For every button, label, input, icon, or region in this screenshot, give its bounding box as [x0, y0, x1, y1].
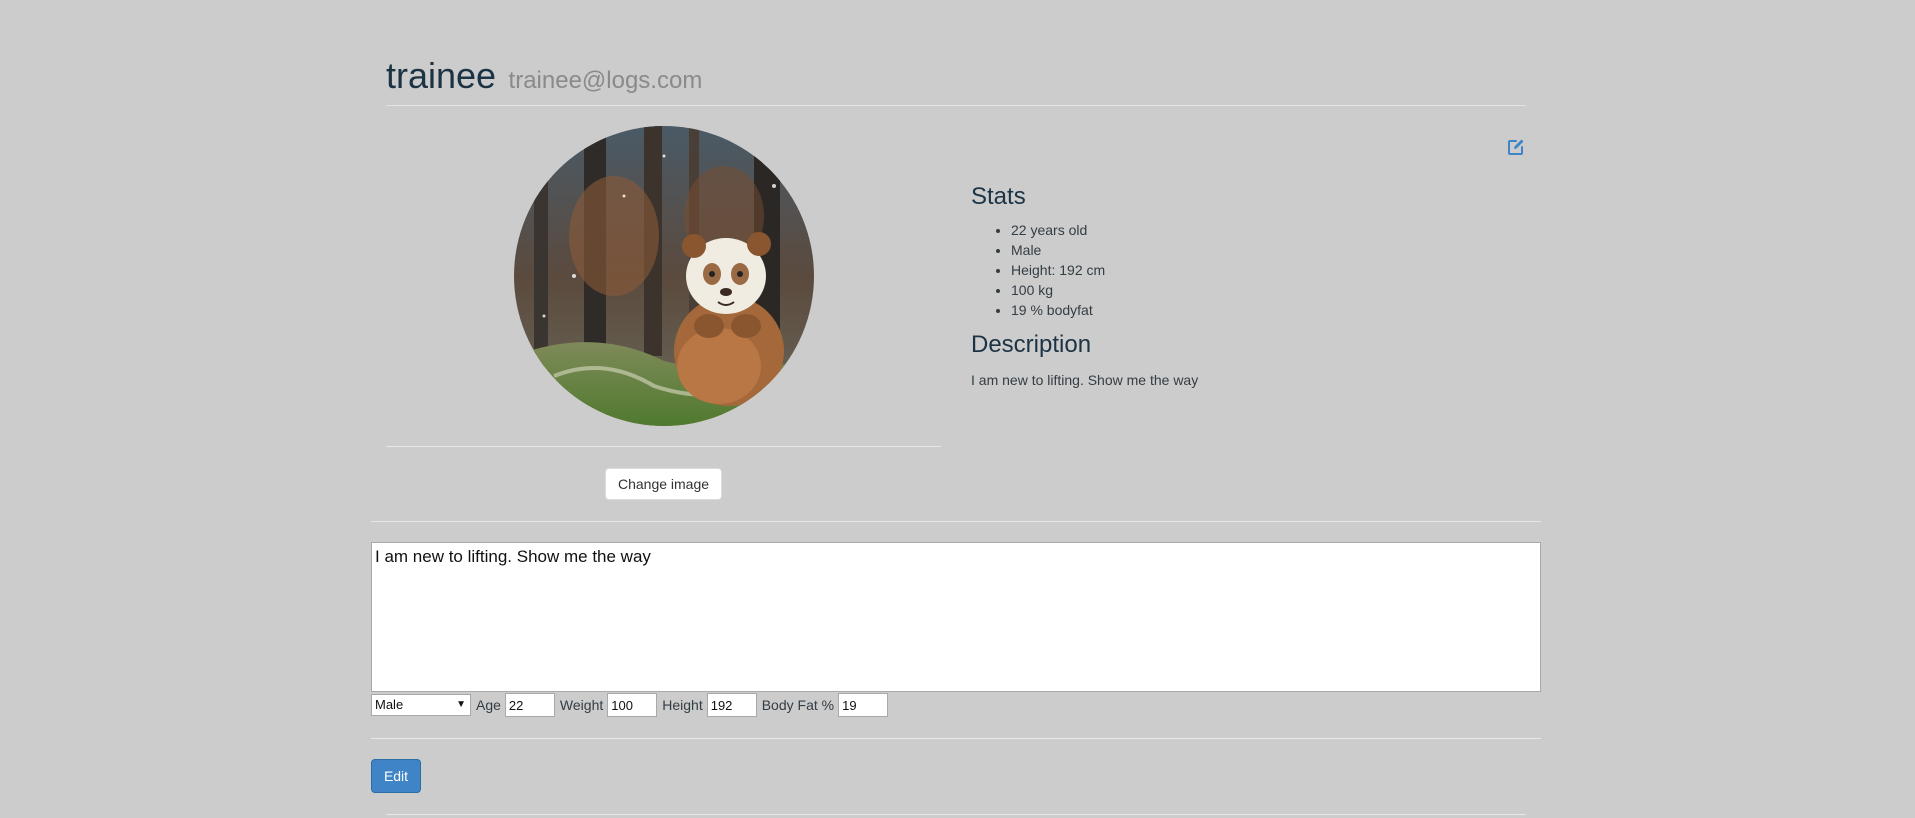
edit-icon[interactable] — [1506, 137, 1526, 157]
stats-title: Stats — [971, 183, 1026, 210]
weight-label: Weight — [559, 697, 604, 713]
form-divider — [371, 738, 1541, 739]
stat-gender: Male — [1011, 240, 1491, 260]
gender-select-value: Male — [375, 697, 404, 712]
height-input[interactable] — [706, 693, 757, 717]
username-title: trainee — [386, 55, 497, 96]
edit-icon — [1508, 139, 1524, 155]
stats-panel: Stats 22 years old Male Height: 192 cm 1… — [971, 182, 1491, 388]
edit-button[interactable]: Edit — [371, 759, 421, 793]
user-email: trainee@logs.com — [508, 67, 703, 94]
chevron-down-icon: ▼ — [456, 699, 466, 710]
section-divider — [371, 521, 1541, 522]
stat-height: Height: 192 cm — [1011, 260, 1491, 280]
description-title: Description — [971, 331, 1092, 358]
age-input[interactable] — [504, 693, 555, 717]
stat-age: 22 years old — [1011, 220, 1491, 240]
gender-select[interactable]: Male ▼ — [371, 694, 471, 716]
bodyfat-input[interactable] — [838, 693, 889, 717]
stats-form: Male ▼ Age Weight Height Body Fat % — [371, 693, 889, 717]
age-label: Age — [476, 697, 501, 713]
profile-header: trainee trainee@logs.com — [386, 54, 1526, 106]
weight-input[interactable] — [607, 693, 658, 717]
panda-photo — [514, 126, 814, 426]
description-text: I am new to lifting. Show me the way — [971, 372, 1199, 388]
bottom-divider — [386, 814, 1526, 815]
profile-page: trainee trainee@logs.com Change image St… — [0, 0, 1915, 818]
stat-bodyfat: 19 % bodyfat — [1011, 300, 1491, 320]
stats-list: 22 years old Male Height: 192 cm 100 kg … — [971, 220, 1491, 320]
avatar-divider — [386, 446, 941, 447]
change-image-button[interactable]: Change image — [605, 468, 722, 500]
description-textarea[interactable]: I am new to lifting. Show me the way — [371, 542, 1541, 692]
bodyfat-label: Body Fat % — [761, 697, 835, 713]
stat-weight: 100 kg — [1011, 280, 1491, 300]
height-label: Height — [662, 697, 703, 713]
avatar — [514, 126, 814, 426]
